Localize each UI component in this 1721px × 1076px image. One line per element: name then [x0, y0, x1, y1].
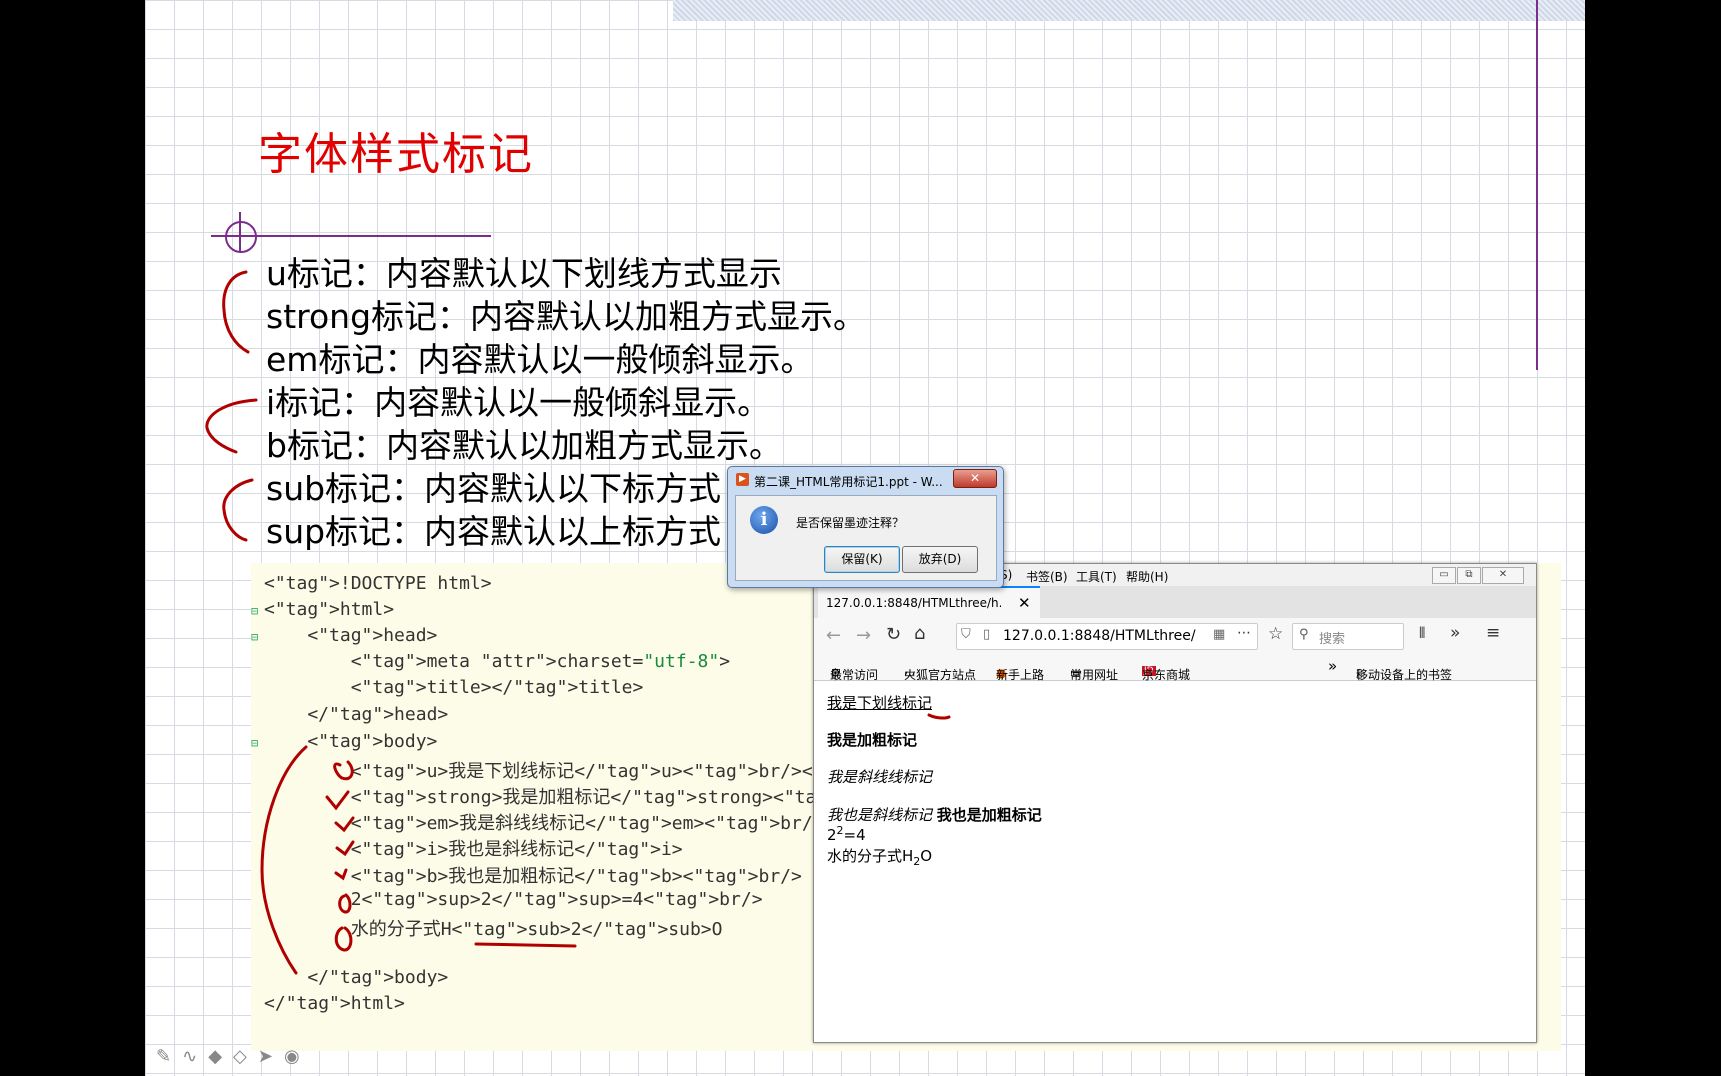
code-line: <"tag">html>	[264, 599, 395, 620]
tab-close-icon[interactable]: ✕	[1018, 594, 1031, 612]
italic-bold-line: 我也是斜线标记 我也是加粗标记	[827, 806, 1042, 824]
pen-icon[interactable]: ✎	[156, 1046, 182, 1067]
tab-strip: 127.0.0.1:8848/HTMLthree/h.htm ✕	[814, 586, 1536, 620]
shield-icon[interactable]: ⛉	[961, 627, 971, 642]
subscript-line: 水的分子式H2O	[827, 847, 933, 868]
bullet-strong: strong标记：内容默认以加粗方式显示。	[266, 297, 867, 336]
tab-title: 127.0.0.1:8848/HTMLthree/h.htm	[826, 596, 1001, 610]
page-icon: ▯	[983, 627, 991, 642]
crosshair-line	[239, 212, 241, 252]
fold-marker[interactable]: ⊟	[251, 736, 258, 750]
bullet-i: i标记：内容默认以一般倾斜显示。	[266, 383, 771, 422]
slide-title: 字体样式标记	[258, 129, 534, 180]
code-line: <"tag">body>	[264, 731, 438, 752]
hamburger-menu-icon[interactable]: ≡	[1486, 623, 1500, 643]
bold-text: 我是加粗标记	[827, 731, 918, 749]
dialog-close-button[interactable]: ✕	[953, 469, 997, 488]
highlighter-icon[interactable]: ◆	[208, 1046, 233, 1067]
menu-item-tools[interactable]: 工具(T)	[1076, 568, 1117, 585]
eraser-icon[interactable]: ◇	[233, 1046, 258, 1067]
keep-button[interactable]: 保留(K)	[824, 546, 900, 573]
url-bar[interactable]: ⛉ ▯ 127.0.0.1:8848/HTMLthree/ ▦ ⋯	[956, 623, 1258, 650]
search-placeholder: 搜索	[1319, 632, 1346, 647]
code-line: 2<"tag">sup>2</"tag">sup>=4<"tag">br/>	[264, 889, 763, 910]
italic-text: 我是斜线线标记	[827, 768, 933, 786]
code-line: <"tag">i>我也是斜线标记</"tag">i>	[264, 839, 683, 860]
code-line: </"tag">body>	[264, 967, 449, 988]
ink-icon[interactable]: ∿	[182, 1046, 208, 1067]
back-icon[interactable]: ←	[826, 625, 841, 646]
superscript-line: 22=4	[827, 824, 866, 844]
navigation-toolbar: ← → ↻ ⌂ ⛉ ▯ 127.0.0.1:8848/HTMLthree/ ▦ …	[814, 618, 1536, 655]
code-line: <"tag">meta "attr">charset="utf-8">	[264, 651, 731, 672]
discard-button[interactable]: 放弃(D)	[902, 546, 978, 573]
bullet-sub: sub标记：内容默认以下标方式	[266, 469, 722, 508]
save-ink-dialog: ▶ 第二课_HTML常用标记1.ppt - W... ✕ i 是否保留墨迹注释？…	[727, 466, 1004, 588]
powerpoint-icon: ▶	[736, 473, 749, 486]
underlined-text: 我是下划线标记	[827, 694, 933, 712]
code-line: <"tag">b>我也是加粗标记</"tag">b><"tag">br/>	[264, 866, 802, 887]
home-icon[interactable]: ⌂	[914, 623, 925, 644]
dialog-message: 是否保留墨迹注释？	[796, 516, 905, 530]
info-icon: i	[750, 506, 778, 534]
minimize-icon[interactable]: ▭	[1432, 567, 1456, 584]
pen-toolbar: ✎∿◆◇➤◉	[156, 1046, 311, 1067]
url-text: 127.0.0.1:8848/HTMLthree/	[1003, 628, 1196, 644]
forward-icon[interactable]: →	[856, 625, 871, 646]
library-icon[interactable]: ⫴	[1419, 624, 1425, 642]
overflow-chevron-icon[interactable]: »	[1450, 623, 1460, 643]
bookmarks-toolbar: ⚙ 最常访问 ▭ 火狐官方站点 ● 新手上路 ▭ 常用网址 JD 京东商城 » …	[814, 654, 1536, 682]
code-line: </"tag">html>	[264, 993, 405, 1014]
code-line: <"tag">head>	[264, 625, 438, 646]
pointer-icon[interactable]: ➤	[258, 1046, 284, 1067]
dialog-body: i 是否保留墨迹注释？ 保留(K) 放弃(D)	[735, 495, 997, 581]
reload-icon[interactable]: ↻	[886, 624, 901, 645]
menu-item-help[interactable]: 帮助(H)	[1126, 568, 1168, 585]
browser-tab[interactable]: 127.0.0.1:8848/HTMLthree/h.htm ✕	[818, 586, 1040, 620]
bullet-b: b标记：内容默认以加粗方式显示。	[266, 426, 782, 465]
accent-vertical-line	[1536, 0, 1538, 370]
qr-code-icon[interactable]: ▦	[1213, 627, 1225, 642]
code-line: 水的分子式H<"tag">sub>2</"tag">sub>O	[264, 919, 723, 940]
more-icon[interactable]: ⋯	[1237, 625, 1251, 641]
crosshair-circle	[225, 221, 257, 253]
close-icon[interactable]: ✕	[1482, 567, 1524, 584]
menu-item-bookmarks[interactable]: 书签(B)	[1026, 568, 1068, 585]
restore-icon[interactable]: ⧉	[1457, 567, 1481, 584]
code-line: <"tag">title></"tag">title>	[264, 677, 644, 698]
code-line: </"tag">head>	[264, 704, 449, 725]
fold-marker[interactable]: ⊟	[251, 604, 258, 618]
header-band	[673, 0, 1585, 21]
code-line: <"tag">!DOCTYPE html>	[264, 573, 492, 594]
search-input[interactable]: ⚲ 搜索	[1292, 623, 1404, 650]
dialog-title: 第二课_HTML常用标记1.ppt - W...	[754, 475, 943, 489]
star-icon[interactable]: ☆	[1268, 624, 1283, 644]
bookmarks-overflow-icon[interactable]: »	[1328, 657, 1337, 675]
browser-window: S) 书签(B) 工具(T) 帮助(H) ▭ ⧉ ✕ 127.0.0.1:884…	[813, 563, 1537, 1043]
bullet-u: u标记：内容默认以下划线方式显示	[266, 254, 782, 293]
target-icon[interactable]: ◉	[284, 1046, 311, 1067]
bullet-sup: sup标记：内容默认以上标方式	[266, 512, 722, 551]
bullet-em: em标记：内容默认以一般倾斜显示。	[266, 340, 814, 379]
search-icon: ⚲	[1299, 627, 1309, 642]
fold-marker[interactable]: ⊟	[251, 630, 258, 644]
